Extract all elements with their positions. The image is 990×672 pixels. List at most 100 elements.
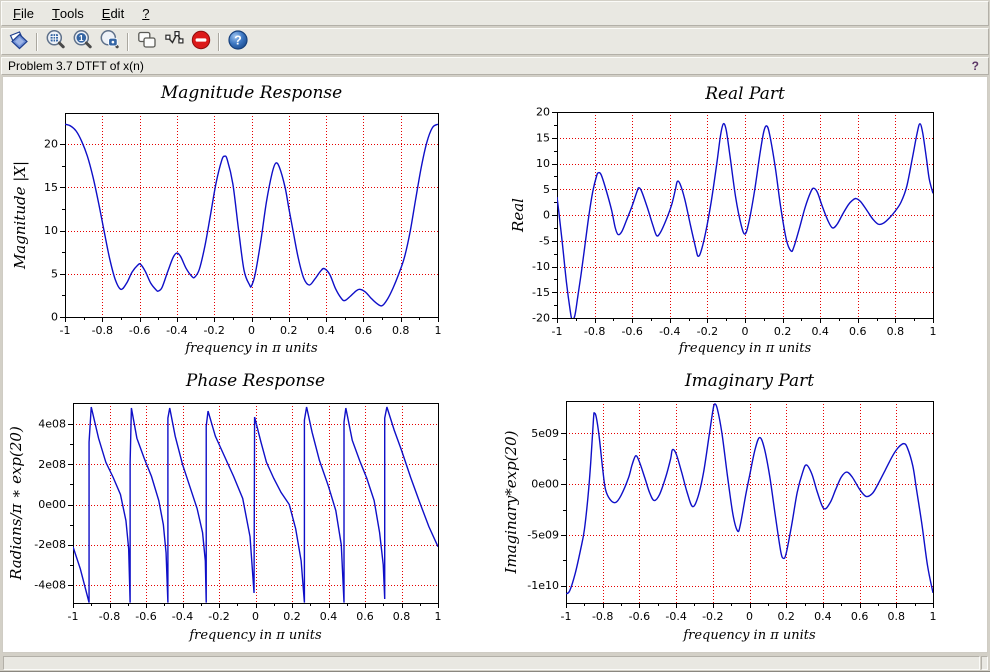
y-tick-label: -4e08	[34, 578, 66, 591]
plot-title: Magnitude Response	[160, 83, 342, 103]
menu-item-help[interactable]: ?	[133, 2, 158, 25]
y-tick-label: -10	[532, 260, 550, 273]
x-tick-label: 0.4	[320, 610, 338, 623]
x-tick-label: 1	[930, 610, 937, 623]
toolbar-separator	[36, 32, 38, 51]
copy-button[interactable]	[133, 30, 160, 53]
x-tick-label: -0.4	[166, 324, 187, 337]
y-axis-label: Imaginary*exp(20)	[502, 430, 520, 574]
toolbar-separator	[127, 32, 129, 51]
y-tick-label: 20	[536, 106, 550, 119]
x-tick-label: -0.6	[135, 610, 156, 623]
curve-magnitude	[65, 123, 438, 307]
menu-item-tools[interactable]: Tools	[43, 2, 93, 25]
x-tick-label: 0	[742, 325, 749, 338]
resize-grip[interactable]	[981, 656, 988, 670]
curve-phase	[73, 406, 438, 603]
x-tick-label: 0.6	[356, 610, 374, 623]
plot-imaginary: -1 -0.8 -0.6 -0.4 -0.2 0 0.2 0.4 0.6 0.8 1 5e09 0e00…	[502, 371, 937, 643]
y-tick-label: -15	[532, 286, 550, 299]
x-tick-label: 0	[252, 610, 259, 623]
x-tick-label: -0.2	[697, 325, 718, 338]
x-tick-label: -0.4	[659, 325, 680, 338]
toolbar: 1?	[1, 28, 989, 55]
y-tick-label: -1e10	[527, 579, 559, 592]
y-tick-label: 15	[44, 181, 58, 194]
info-bar: Problem 3.7 DTFT of x(n) ?	[1, 57, 989, 75]
zoom-out-button[interactable]	[96, 30, 123, 53]
x-tick-label: -0.2	[208, 610, 229, 623]
x-tick-label: -0.8	[99, 610, 120, 623]
stop-button[interactable]	[187, 30, 214, 53]
x-tick-label: -0.4	[665, 610, 686, 623]
y-tick-label: 2e08	[38, 458, 66, 471]
menu-item-file[interactable]: File	[4, 2, 43, 25]
y-tick-label: 10	[536, 157, 550, 170]
y-tick-label: 0e00	[38, 498, 66, 511]
y-axis-label: Magnitude |X|	[11, 161, 29, 270]
status-bar	[3, 656, 980, 670]
x-tick-label: 1	[930, 325, 937, 338]
y-tick-label: 5e09	[531, 427, 559, 440]
plot-title: Real Part	[704, 84, 785, 104]
x-tick-label: 0	[248, 324, 255, 337]
x-axis-label: frequency in π units	[682, 628, 816, 643]
x-tick-label: 0.6	[851, 610, 869, 623]
x-tick-label: -0.6	[621, 325, 642, 338]
about-button[interactable]: ?	[224, 30, 251, 53]
x-axis-label: frequency in π units	[184, 341, 318, 356]
rotate-button[interactable]	[5, 30, 32, 53]
x-tick-label: 0.2	[774, 325, 792, 338]
svg-text:?: ?	[234, 33, 242, 47]
x-tick-label: -1	[68, 610, 79, 623]
graphics-editor-button[interactable]	[160, 30, 187, 53]
zoom-original-button[interactable]: 1	[69, 30, 96, 53]
y-tick-label: -5	[539, 234, 550, 247]
y-tick-label: -5e09	[527, 528, 559, 541]
menu-item-edit[interactable]: Edit	[93, 2, 133, 25]
x-tick-label: -0.6	[629, 610, 650, 623]
x-tick-label: 0.8	[887, 325, 905, 338]
x-tick-label: 0.2	[280, 324, 298, 337]
plot-magnitude: -1 -0.8 -0.6 -0.4 -0.2 0 0.2 0.4 0.6 0.8 105101520…	[11, 83, 442, 356]
y-tick-label: 20	[44, 138, 58, 151]
x-tick-label: 1	[435, 610, 442, 623]
stop-icon	[190, 29, 212, 54]
x-axis-label: frequency in π units	[678, 341, 812, 356]
plot-title: Phase Response	[185, 371, 325, 391]
graphics-canvas: -1 -0.8 -0.6 -0.4 -0.2 0 0.2 0.4 0.6 0.8 1 0 5 10 15 20…	[2, 76, 988, 653]
plot-phase: -1 -0.8 -0.6 -0.4 -0.2 0 0.2 0.4 0.6 0.8 1 -4e08 -2e…	[7, 371, 442, 643]
y-axis-label: Radians/π ∗ exp(20)	[7, 426, 25, 581]
zoom-area-icon	[45, 29, 67, 54]
y-tick-label: 15	[536, 131, 550, 144]
curve-imaginary	[566, 403, 933, 595]
x-tick-label: 0.4	[814, 610, 832, 623]
x-tick-label: -0.8	[584, 325, 605, 338]
info-help-link[interactable]: ?	[972, 59, 979, 73]
y-axis-label: Real	[509, 198, 527, 233]
x-tick-label: -0.8	[92, 324, 113, 337]
x-tick-label: 0.8	[888, 610, 906, 623]
plot-title: Imaginary Part	[684, 371, 814, 391]
x-axis-label: frequency in π units	[188, 628, 322, 643]
x-tick-label: 0.8	[393, 610, 411, 623]
x-tick-label: -0.2	[203, 324, 224, 337]
menu-bar: File Tools Edit?	[1, 1, 989, 26]
x-tick-label: -0.8	[592, 610, 613, 623]
toolbar-separator	[218, 32, 220, 51]
x-tick-label: 0.4	[811, 325, 829, 338]
zoom-original-icon: 1	[72, 29, 94, 54]
y-tick-label: 10	[44, 224, 58, 237]
x-tick-label: 0.4	[317, 324, 335, 337]
plot-real: -1 -0.8 -0.6 -0.4 -0.2 0 0.2 0.4 0.6 0.8 1 -20 -15 -1…	[509, 84, 937, 356]
rotate-icon	[8, 29, 30, 54]
ged-icon	[163, 29, 185, 54]
y-tick-label: 0	[543, 209, 550, 222]
x-tick-label: -1	[60, 324, 71, 337]
copy-icon	[136, 29, 158, 54]
zoom-area-button[interactable]	[42, 30, 69, 53]
scilab-graphic-window: File Tools Edit? 1? Problem 3.7 DTFT of x(…	[0, 0, 990, 672]
x-tick-label: 0.6	[849, 325, 867, 338]
zoom-out-icon	[99, 29, 121, 54]
x-tick-label: -0.2	[702, 610, 723, 623]
